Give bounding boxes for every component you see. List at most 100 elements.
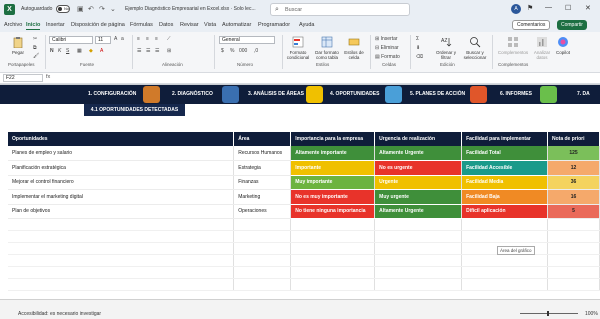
zoom-slider-handle[interactable] bbox=[547, 311, 549, 316]
redo-icon[interactable]: ↷ bbox=[99, 5, 105, 13]
empty-cell[interactable] bbox=[374, 242, 463, 255]
empty-cell[interactable] bbox=[547, 254, 600, 267]
analyze-data-button[interactable]: Analizar datos bbox=[532, 36, 552, 60]
borders-icon[interactable]: ▦ bbox=[77, 48, 82, 54]
tab-ayuda[interactable]: Ayuda bbox=[299, 22, 315, 28]
ribbon-display-icon[interactable]: ⚑ bbox=[527, 4, 533, 12]
cell-oportunidad[interactable]: Planificación estratégica bbox=[8, 160, 235, 176]
clear-icon[interactable]: ⌫ bbox=[416, 54, 423, 60]
shrink-font-icon[interactable]: a bbox=[121, 36, 124, 42]
format-as-table-button[interactable]: Dar formato como tabla bbox=[312, 36, 342, 60]
accessibility-status[interactable]: Accesibilidad: es necesario investigar bbox=[18, 311, 101, 317]
cell-importancia[interactable]: No tiene ninguna importancia bbox=[290, 204, 376, 219]
font-color-icon[interactable]: A bbox=[100, 48, 103, 54]
cell-facilidad[interactable]: Difícil aplicación bbox=[461, 204, 548, 219]
cell-oportunidad[interactable]: Planes de empleo y salario bbox=[8, 146, 235, 161]
header-facilidad[interactable]: Facilidad para implementar bbox=[461, 132, 548, 146]
underline-icon[interactable]: S bbox=[66, 48, 69, 54]
cell-urgencia[interactable]: Muy urgente bbox=[374, 189, 463, 205]
empty-cell[interactable] bbox=[461, 230, 548, 243]
empty-cell[interactable] bbox=[233, 242, 292, 255]
undo-icon[interactable]: ↶ bbox=[88, 5, 94, 13]
nav-tab-oportunidades[interactable]: 4. OPORTUNIDADES bbox=[330, 91, 379, 97]
empty-cell[interactable] bbox=[233, 254, 292, 267]
align-right-icon[interactable]: ☰ bbox=[155, 48, 159, 54]
fill-color-icon[interactable]: ◆ bbox=[89, 48, 93, 54]
delete-cells-button[interactable]: ⊟ Eliminar bbox=[375, 45, 399, 51]
tab-vista[interactable]: Vista bbox=[204, 22, 216, 28]
format-painter-icon[interactable]: 🖌 bbox=[33, 53, 39, 59]
font-size-select[interactable]: 11 bbox=[95, 36, 111, 44]
cell-nota[interactable]: 125 bbox=[547, 146, 600, 161]
empty-cell[interactable] bbox=[290, 278, 376, 291]
empty-cell[interactable] bbox=[233, 278, 292, 291]
align-middle-icon[interactable]: ≡ bbox=[146, 36, 149, 42]
cell-urgencia[interactable]: No es urgente bbox=[374, 160, 463, 176]
fx-icon[interactable]: fx bbox=[46, 74, 50, 80]
cell-urgencia[interactable]: Altamente Urgente bbox=[374, 146, 463, 161]
empty-cell[interactable] bbox=[547, 242, 600, 255]
avatar[interactable]: A bbox=[511, 4, 521, 14]
nav-tab-configuracion[interactable]: 1. CONFIGURACIÓN bbox=[88, 91, 136, 97]
header-nota[interactable]: Nota de priori bbox=[547, 132, 600, 146]
cell-importancia[interactable]: No es muy importante bbox=[290, 189, 376, 205]
tab-inicio[interactable]: Inicio bbox=[26, 22, 41, 30]
tab-disposicion[interactable]: Disposición de página bbox=[71, 22, 125, 28]
minimize-button[interactable]: — bbox=[545, 4, 552, 11]
find-select-button[interactable]: Buscar y seleccionar bbox=[460, 36, 490, 60]
name-box[interactable]: F22 bbox=[3, 74, 43, 82]
cut-icon[interactable]: ✂ bbox=[33, 36, 37, 42]
cell-facilidad[interactable]: Facilidad Media bbox=[461, 175, 548, 190]
italic-icon[interactable]: K bbox=[58, 48, 61, 54]
align-center-icon[interactable]: ☰ bbox=[146, 48, 150, 54]
cell-nota[interactable]: 12 bbox=[547, 160, 600, 176]
empty-cell[interactable] bbox=[233, 230, 292, 243]
empty-cell[interactable] bbox=[374, 278, 463, 291]
addins-button[interactable]: Complementos bbox=[494, 36, 532, 55]
nav-tab-analisis[interactable]: 3. ANÁLISIS DE ÁREAS bbox=[248, 91, 304, 97]
empty-cell[interactable] bbox=[547, 230, 600, 243]
header-urgencia[interactable]: Urgencia de realización bbox=[374, 132, 463, 146]
cell-styles-button[interactable]: Estilos de celda bbox=[342, 36, 366, 60]
empty-cell[interactable] bbox=[8, 254, 235, 267]
nav-tab-diagnostico[interactable]: 2. DIAGNÓSTICO bbox=[172, 91, 213, 97]
thousands-icon[interactable]: 000 bbox=[239, 48, 247, 54]
empty-cell[interactable] bbox=[8, 242, 235, 255]
cell-importancia[interactable]: Altamente importante bbox=[290, 146, 376, 161]
customize-quick-access-icon[interactable]: ⌄ bbox=[110, 5, 116, 13]
empty-cell[interactable] bbox=[461, 266, 548, 279]
cell-area[interactable]: Finanzas bbox=[233, 175, 292, 190]
cell-facilidad[interactable]: Facilidad Baja bbox=[461, 189, 548, 205]
align-bottom-icon[interactable]: ≡ bbox=[155, 36, 158, 42]
cell-area[interactable]: Recursos Humanos bbox=[233, 146, 292, 161]
empty-cell[interactable] bbox=[547, 266, 600, 279]
cell-oportunidad[interactable]: Mejorar el control financiero bbox=[8, 175, 235, 190]
cell-oportunidad[interactable]: Implementar el marketing digital bbox=[8, 189, 235, 205]
empty-cell[interactable] bbox=[374, 266, 463, 279]
header-oportunidades[interactable]: Oportunidades bbox=[8, 132, 235, 146]
currency-icon[interactable]: $ bbox=[221, 48, 224, 54]
tab-programador[interactable]: Programador bbox=[258, 22, 290, 28]
empty-cell[interactable] bbox=[290, 230, 376, 243]
percent-icon[interactable]: % bbox=[230, 48, 234, 54]
align-left-icon[interactable]: ☰ bbox=[137, 48, 141, 54]
zoom-slider[interactable] bbox=[520, 313, 578, 314]
maximize-button[interactable]: ☐ bbox=[565, 4, 571, 12]
paste-button[interactable]: Pegar bbox=[8, 36, 28, 55]
nav-tab-planes[interactable]: 5. PLANES DE ACCIÓN bbox=[410, 91, 465, 97]
header-importancia[interactable]: Importancia para la empresa bbox=[290, 132, 376, 146]
cell-oportunidad[interactable]: Plan de objetivos bbox=[8, 204, 235, 219]
empty-cell[interactable] bbox=[461, 254, 548, 267]
header-area[interactable]: Área bbox=[233, 132, 292, 146]
empty-cell[interactable] bbox=[290, 242, 376, 255]
tab-revisar[interactable]: Revisar bbox=[180, 22, 199, 28]
empty-cell[interactable] bbox=[8, 266, 235, 279]
align-top-icon[interactable]: ≡ bbox=[137, 36, 140, 42]
tab-automatizar[interactable]: Automatizar bbox=[222, 22, 251, 28]
tab-datos[interactable]: Datos bbox=[159, 22, 173, 28]
empty-cell[interactable] bbox=[547, 278, 600, 291]
empty-cell[interactable] bbox=[8, 278, 235, 291]
format-cells-button[interactable]: ▤ Formato bbox=[375, 54, 400, 60]
conditional-format-button[interactable]: Formato condicional bbox=[284, 36, 312, 60]
cell-nota[interactable]: 16 bbox=[547, 189, 600, 205]
